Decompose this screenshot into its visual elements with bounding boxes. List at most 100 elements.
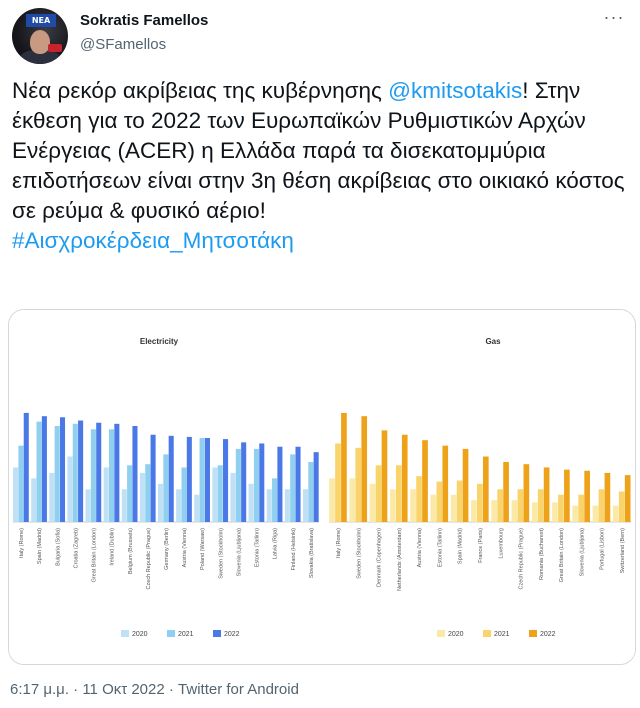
chart-title: Gas (485, 337, 501, 346)
bar-2020 (266, 489, 272, 522)
bar-2021 (54, 426, 60, 522)
more-options-icon[interactable]: ··· (600, 8, 628, 30)
tweet-date[interactable]: 11 Οκτ 2022 (82, 681, 164, 698)
legend-swatch (167, 630, 175, 637)
tick-label: Portugal (Lisbon) (600, 528, 606, 570)
bar-2021 (578, 494, 585, 522)
bar-2020 (471, 500, 477, 522)
charts-image: Electricity Italy (Rome) Spain (Madrid) Bul… (9, 310, 635, 664)
bar-2020 (430, 494, 437, 522)
bar-2022 (584, 470, 590, 522)
legend-label: 2022 (540, 631, 556, 638)
bar-2020 (511, 500, 518, 522)
bar-2022 (277, 446, 283, 522)
bar-2020 (176, 489, 182, 522)
bar-2021 (375, 465, 382, 522)
tweet-client[interactable]: Twitter for Android (178, 681, 299, 698)
tweet-header: ΝΕΑ Sokratis Famellos @SFamellos ··· (12, 8, 628, 68)
bar-2022 (401, 434, 408, 522)
avatar-badge (48, 44, 62, 52)
tick-label: Great Britain (London) (559, 528, 565, 583)
bar-2022 (604, 472, 611, 522)
bar-2022 (41, 416, 47, 522)
hashtag-link[interactable]: #Αισχροκέρδεια_Μητσοτάκη (12, 226, 632, 256)
bar-2020 (389, 489, 396, 522)
bar-2022 (204, 438, 210, 522)
bar-2022 (223, 439, 229, 522)
bar-2020 (592, 505, 599, 522)
tick-label: Italy (Rome) (336, 528, 342, 558)
avatar-face (30, 30, 50, 54)
bar-2021 (355, 447, 362, 522)
author-name[interactable]: Sokratis Famellos (80, 12, 208, 29)
legend-swatch (437, 630, 445, 637)
legend-label: 2020 (448, 631, 464, 638)
bar-2022 (241, 442, 247, 522)
bar-2021 (497, 489, 503, 522)
bar-2022 (462, 448, 469, 522)
bar-2021 (416, 476, 422, 522)
tick-label: Austria (Vienna) (182, 528, 188, 568)
bar-2021 (456, 480, 463, 522)
author-handle[interactable]: @SFamellos (80, 36, 166, 53)
avatar[interactable]: ΝΕΑ (12, 8, 68, 64)
legend-swatch (483, 630, 491, 637)
tick-label: Czech Republic (Prague) (146, 528, 152, 590)
bar-2021 (72, 423, 78, 522)
bar-2022 (295, 446, 301, 522)
bar-2020 (531, 502, 538, 522)
legend-label: 2022 (224, 631, 240, 638)
tick-label: Switzerland (Bern) (620, 528, 626, 573)
bar-2021 (477, 483, 483, 522)
tick-label: Netherlands (Amsterdam) (397, 528, 403, 591)
bar-2022 (482, 456, 489, 522)
bar-2020 (230, 472, 236, 522)
bar-2022 (259, 443, 265, 522)
tick-label: Austria (Vienna) (417, 528, 423, 568)
bar-2020 (212, 467, 218, 522)
legend-label: 2021 (178, 631, 194, 638)
bar-2021 (145, 464, 151, 522)
bar-2020 (13, 467, 19, 522)
bar-2021 (290, 454, 296, 522)
bar-2022 (96, 422, 102, 522)
tick-label: Estonia (Tallinn) (255, 528, 261, 567)
bar-2021 (272, 478, 278, 522)
bar-2022 (624, 475, 631, 522)
bar-2020 (302, 489, 309, 522)
bar-2020 (85, 489, 91, 522)
bar-2022 (422, 440, 428, 522)
tick-label: Great Britain (London) (92, 528, 98, 583)
bar-2021 (163, 454, 169, 522)
tick-label: Bulgaria (Sofia) (55, 528, 61, 566)
bar-2021 (36, 421, 42, 522)
mention-link[interactable]: @kmitsotakis (388, 78, 522, 103)
tick-label: Romania (Bucharest) (539, 528, 545, 580)
bar-2021 (108, 429, 115, 522)
bar-2020 (450, 494, 457, 522)
gas-chart: Gas Italy (Rome) Sweden (Stockholm) Denmark… (325, 310, 635, 664)
bar-2022 (59, 417, 66, 522)
bar-2022 (150, 434, 156, 522)
tweet-time[interactable]: 6:17 μ.μ. (10, 681, 69, 698)
bar-2021 (537, 489, 544, 522)
bar-2020 (139, 472, 145, 522)
bar-2022 (543, 467, 550, 522)
bar-2020 (612, 505, 619, 522)
tick-label: Slovenia (Ljubljana) (579, 528, 585, 576)
tick-label: Belgium (Brussels) (128, 528, 134, 574)
party-logo: ΝΕΑ (26, 14, 56, 27)
bar-2020 (284, 489, 290, 522)
tick-label: Italy (Rome) (19, 528, 25, 558)
tweet-image[interactable]: Electricity Italy (Rome) Spain (Madrid) Bul… (8, 309, 636, 665)
tick-label: Denmark (Copenhagen) (377, 528, 383, 587)
meta-separator-2: · (164, 681, 179, 698)
meta-separator-1: · (68, 681, 83, 698)
legend-swatch (529, 630, 537, 637)
bar-2020 (491, 500, 497, 522)
tick-label: Finland (Helsinki) (291, 528, 297, 571)
bar-2021 (217, 465, 223, 522)
bar-2020 (121, 489, 127, 522)
tick-label: Poland (Warsaw) (200, 528, 206, 570)
bar-2022 (442, 445, 449, 522)
